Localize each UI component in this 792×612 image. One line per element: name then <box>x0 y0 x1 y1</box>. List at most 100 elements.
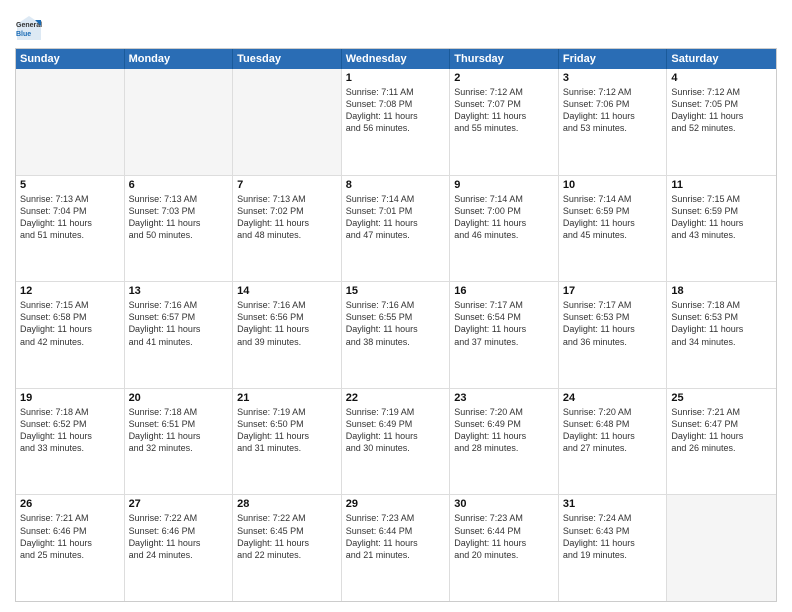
cell-info: Sunrise: 7:18 AM Sunset: 6:51 PM Dayligh… <box>129 406 229 455</box>
day-number: 20 <box>129 392 229 404</box>
cell-info: Sunrise: 7:21 AM Sunset: 6:47 PM Dayligh… <box>671 406 772 455</box>
calendar-cell-3-2: 13Sunrise: 7:16 AM Sunset: 6:57 PM Dayli… <box>125 282 234 388</box>
col-header-tuesday: Tuesday <box>233 49 342 69</box>
day-number: 31 <box>563 498 663 510</box>
cell-info: Sunrise: 7:22 AM Sunset: 6:45 PM Dayligh… <box>237 512 337 561</box>
calendar-cell-4-2: 20 Sunrise: 7:18 AM Sunset: 6:51 PM Dayli… <box>125 389 234 495</box>
calendar-cell-3-5: 16 Sunrise: 7:17 AM Sunset: 6:54 PM Dayli… <box>450 282 559 388</box>
logo: General Blue <box>15 14 47 42</box>
cell-info: Sunrise: 7:22 AM Sunset: 6:46 PM Dayligh… <box>129 512 229 561</box>
day-number: 18 <box>671 285 772 297</box>
cell-info: Sunrise: 7:16 AM Sunset: 6:56 PM Dayligh… <box>237 299 337 348</box>
calendar-cell-3-3: 14 Sunrise: 7:16 AM Sunset: 6:56 PM Dayli… <box>233 282 342 388</box>
cell-info: Sunrise: 7:21 AM Sunset: 6:46 PM Dayligh… <box>20 512 120 561</box>
calendar-cell-1-4: 1 Sunrise: 7:11 AM Sunset: 7:08 PM Daylig… <box>342 69 451 175</box>
calendar-cell-2-3: 7Sunrise: 7:13 AM Sunset: 7:02 PM Daylig… <box>233 176 342 282</box>
calendar-cell-4-6: 24 Sunrise: 7:20 AM Sunset: 6:48 PM Dayli… <box>559 389 668 495</box>
col-header-friday: Friday <box>559 49 668 69</box>
cell-info: Sunrise: 7:19 AM Sunset: 6:50 PM Dayligh… <box>237 406 337 455</box>
day-number: 9 <box>454 179 554 191</box>
calendar-cell-1-2 <box>125 69 234 175</box>
cell-info: Sunrise: 7:19 AM Sunset: 6:49 PM Dayligh… <box>346 406 446 455</box>
day-number: 6 <box>129 179 229 191</box>
page: General Blue SundayMondayTuesdayWednesda… <box>0 0 792 612</box>
cell-info: Sunrise: 7:14 AM Sunset: 6:59 PM Dayligh… <box>563 193 663 242</box>
cell-info: Sunrise: 7:15 AM Sunset: 6:59 PM Dayligh… <box>671 193 772 242</box>
day-number: 22 <box>346 392 446 404</box>
day-number: 14 <box>237 285 337 297</box>
cell-info: Sunrise: 7:23 AM Sunset: 6:44 PM Dayligh… <box>346 512 446 561</box>
cell-info: Sunrise: 7:24 AM Sunset: 6:43 PM Dayligh… <box>563 512 663 561</box>
cell-info: Sunrise: 7:13 AM Sunset: 7:03 PM Dayligh… <box>129 193 229 242</box>
calendar-cell-3-7: 18 Sunrise: 7:18 AM Sunset: 6:53 PM Dayli… <box>667 282 776 388</box>
cell-info: Sunrise: 7:14 AM Sunset: 7:01 PM Dayligh… <box>346 193 446 242</box>
cell-info: Sunrise: 7:18 AM Sunset: 6:53 PM Dayligh… <box>671 299 772 348</box>
day-number: 30 <box>454 498 554 510</box>
cell-info: Sunrise: 7:16 AM Sunset: 6:55 PM Dayligh… <box>346 299 446 348</box>
calendar-cell-2-5: 9 Sunrise: 7:14 AM Sunset: 7:00 PM Daylig… <box>450 176 559 282</box>
calendar-row-4: 19 Sunrise: 7:18 AM Sunset: 6:52 PM Dayli… <box>16 389 776 496</box>
day-number: 29 <box>346 498 446 510</box>
cell-info: Sunrise: 7:15 AM Sunset: 6:58 PM Dayligh… <box>20 299 120 348</box>
cell-info: Sunrise: 7:13 AM Sunset: 7:04 PM Dayligh… <box>20 193 120 242</box>
day-number: 21 <box>237 392 337 404</box>
cell-info: Sunrise: 7:18 AM Sunset: 6:52 PM Dayligh… <box>20 406 120 455</box>
calendar-cell-2-1: 5Sunrise: 7:13 AM Sunset: 7:04 PM Daylig… <box>16 176 125 282</box>
day-number: 28 <box>237 498 337 510</box>
calendar-cell-4-7: 25 Sunrise: 7:21 AM Sunset: 6:47 PM Dayli… <box>667 389 776 495</box>
calendar-cell-2-2: 6 Sunrise: 7:13 AM Sunset: 7:03 PM Daylig… <box>125 176 234 282</box>
day-number: 3 <box>563 72 663 84</box>
cell-info: Sunrise: 7:20 AM Sunset: 6:48 PM Dayligh… <box>563 406 663 455</box>
cell-info: Sunrise: 7:23 AM Sunset: 6:44 PM Dayligh… <box>454 512 554 561</box>
calendar-cell-4-5: 23 Sunrise: 7:20 AM Sunset: 6:49 PM Dayli… <box>450 389 559 495</box>
day-number: 13 <box>129 285 229 297</box>
day-number: 11 <box>671 179 772 191</box>
cell-info: Sunrise: 7:17 AM Sunset: 6:53 PM Dayligh… <box>563 299 663 348</box>
day-number: 25 <box>671 392 772 404</box>
calendar-cell-1-5: 2 Sunrise: 7:12 AM Sunset: 7:07 PM Daylig… <box>450 69 559 175</box>
calendar-cell-4-4: 22 Sunrise: 7:19 AM Sunset: 6:49 PM Dayli… <box>342 389 451 495</box>
day-number: 24 <box>563 392 663 404</box>
cell-info: Sunrise: 7:12 AM Sunset: 7:07 PM Dayligh… <box>454 86 554 135</box>
day-number: 16 <box>454 285 554 297</box>
calendar-cell-5-1: 26 Sunrise: 7:21 AM Sunset: 6:46 PM Dayli… <box>16 495 125 601</box>
calendar-cell-3-6: 17Sunrise: 7:17 AM Sunset: 6:53 PM Dayli… <box>559 282 668 388</box>
calendar-cell-1-3 <box>233 69 342 175</box>
calendar-cell-1-7: 4Sunrise: 7:12 AM Sunset: 7:05 PM Daylig… <box>667 69 776 175</box>
day-number: 7 <box>237 179 337 191</box>
calendar-row-2: 5Sunrise: 7:13 AM Sunset: 7:04 PM Daylig… <box>16 176 776 283</box>
calendar-cell-2-6: 10 Sunrise: 7:14 AM Sunset: 6:59 PM Dayli… <box>559 176 668 282</box>
header: General Blue <box>15 10 777 42</box>
day-number: 23 <box>454 392 554 404</box>
cell-info: Sunrise: 7:17 AM Sunset: 6:54 PM Dayligh… <box>454 299 554 348</box>
day-number: 19 <box>20 392 120 404</box>
day-number: 1 <box>346 72 446 84</box>
col-header-sunday: Sunday <box>16 49 125 69</box>
calendar-cell-5-6: 31 Sunrise: 7:24 AM Sunset: 6:43 PM Dayli… <box>559 495 668 601</box>
calendar-cell-5-4: 29 Sunrise: 7:23 AM Sunset: 6:44 PM Dayli… <box>342 495 451 601</box>
calendar-row-5: 26 Sunrise: 7:21 AM Sunset: 6:46 PM Dayli… <box>16 495 776 601</box>
col-header-monday: Monday <box>125 49 234 69</box>
calendar-row-3: 12 Sunrise: 7:15 AM Sunset: 6:58 PM Dayli… <box>16 282 776 389</box>
calendar-cell-5-7 <box>667 495 776 601</box>
col-header-saturday: Saturday <box>667 49 776 69</box>
day-number: 15 <box>346 285 446 297</box>
cell-info: Sunrise: 7:20 AM Sunset: 6:49 PM Dayligh… <box>454 406 554 455</box>
logo-icon: General Blue <box>15 14 43 42</box>
cell-info: Sunrise: 7:14 AM Sunset: 7:00 PM Dayligh… <box>454 193 554 242</box>
calendar-cell-4-3: 21 Sunrise: 7:19 AM Sunset: 6:50 PM Dayli… <box>233 389 342 495</box>
cell-info: Sunrise: 7:12 AM Sunset: 7:05 PM Dayligh… <box>671 86 772 135</box>
calendar-header: SundayMondayTuesdayWednesdayThursdayFrid… <box>16 49 776 69</box>
day-number: 10 <box>563 179 663 191</box>
svg-text:Blue: Blue <box>16 31 31 38</box>
calendar-cell-1-6: 3 Sunrise: 7:12 AM Sunset: 7:06 PM Daylig… <box>559 69 668 175</box>
calendar-cell-3-4: 15 Sunrise: 7:16 AM Sunset: 6:55 PM Dayli… <box>342 282 451 388</box>
calendar-body: 1 Sunrise: 7:11 AM Sunset: 7:08 PM Daylig… <box>16 69 776 601</box>
day-number: 12 <box>20 285 120 297</box>
col-header-wednesday: Wednesday <box>342 49 451 69</box>
day-number: 26 <box>20 498 120 510</box>
cell-info: Sunrise: 7:11 AM Sunset: 7:08 PM Dayligh… <box>346 86 446 135</box>
cell-info: Sunrise: 7:12 AM Sunset: 7:06 PM Dayligh… <box>563 86 663 135</box>
calendar-cell-2-7: 11 Sunrise: 7:15 AM Sunset: 6:59 PM Dayli… <box>667 176 776 282</box>
day-number: 2 <box>454 72 554 84</box>
